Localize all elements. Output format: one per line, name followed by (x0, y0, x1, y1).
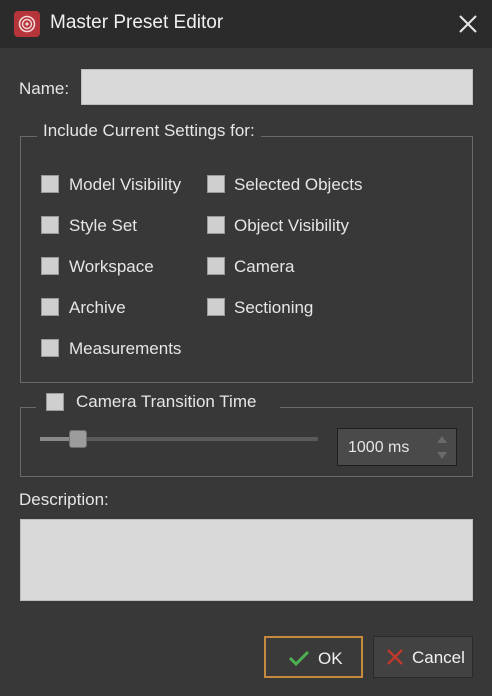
name-label: Name: (19, 79, 70, 98)
object-visibility-label: Object Visibility (234, 216, 349, 235)
checkmark-icon (288, 650, 310, 667)
camera-label: Camera (234, 257, 295, 276)
close-button[interactable] (452, 8, 484, 40)
style-set-checkbox[interactable] (41, 216, 59, 234)
cancel-button[interactable]: Cancel (373, 636, 473, 678)
transition-time-spinbox[interactable]: 1000 ms (337, 428, 457, 466)
spin-down-icon[interactable] (434, 448, 450, 462)
ok-button-label: OK (318, 649, 343, 668)
app-logo-icon (14, 11, 40, 37)
selected-objects-checkbox[interactable] (207, 175, 225, 193)
x-icon (387, 649, 403, 665)
close-icon (459, 15, 477, 33)
camera-transition-label: Camera Transition Time (76, 392, 257, 411)
archive-label: Archive (69, 298, 126, 317)
archive-checkbox[interactable] (41, 298, 59, 316)
model-visibility-label: Model Visibility (69, 175, 182, 194)
ok-button[interactable]: OK (264, 636, 363, 678)
workspace-checkbox[interactable] (41, 257, 59, 275)
description-textarea[interactable] (20, 519, 473, 601)
style-set-label: Style Set (69, 216, 138, 235)
measurements-checkbox[interactable] (41, 339, 59, 357)
spin-up-icon[interactable] (434, 433, 450, 447)
camera-transition-checkbox[interactable] (46, 393, 64, 411)
sectioning-checkbox[interactable] (207, 298, 225, 316)
transition-time-value: 1000 ms (348, 439, 410, 456)
workspace-label: Workspace (69, 257, 154, 276)
settings-group-title: Include Current Settings for: (37, 121, 261, 141)
camera-transition-header: Camera Transition Time (36, 392, 280, 414)
model-visibility-checkbox[interactable] (41, 175, 59, 193)
object-visibility-checkbox[interactable] (207, 216, 225, 234)
transition-slider-handle[interactable] (68, 430, 87, 448)
master-preset-editor-dialog: Master Preset Editor Name: Include Curre… (0, 0, 492, 696)
camera-checkbox[interactable] (207, 257, 225, 275)
measurements-label: Measurements (69, 339, 182, 358)
cancel-button-label: Cancel (412, 648, 465, 667)
sectioning-label: Sectioning (234, 298, 314, 317)
title-bar: Master Preset Editor (0, 0, 492, 48)
selected-objects-label: Selected Objects (234, 175, 363, 194)
window-title: Master Preset Editor (50, 12, 224, 33)
name-input[interactable] (81, 69, 473, 105)
description-label: Description: (19, 490, 109, 509)
